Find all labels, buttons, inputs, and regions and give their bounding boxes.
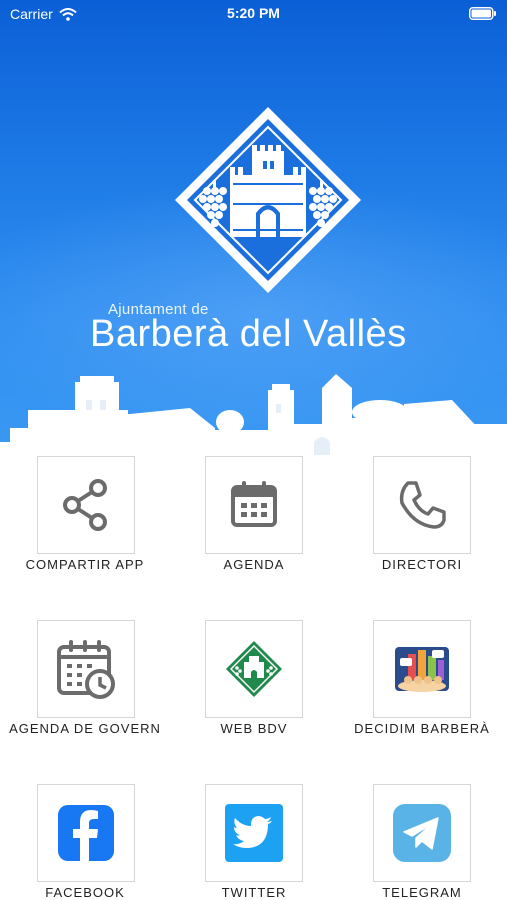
directori-tile[interactable]: [373, 456, 471, 554]
twitter-icon: [225, 804, 283, 862]
calendar-clock-icon: [57, 640, 115, 699]
twitter-tile[interactable]: [205, 784, 303, 882]
directori-label[interactable]: DIRECTORI: [337, 554, 507, 576]
brand-title: Barberà del Vallès: [90, 313, 407, 355]
twitter-label[interactable]: TWITTER: [169, 882, 339, 900]
facebook-icon: [58, 805, 114, 861]
municipal-crest-icon: [175, 107, 361, 293]
facebook-tile[interactable]: [37, 784, 135, 882]
facebook-label[interactable]: FACEBOOK: [0, 882, 170, 900]
calendar-icon: [231, 481, 277, 527]
web-bdv-label[interactable]: WEB BDV: [169, 718, 339, 740]
status-time: 5:20 PM: [227, 5, 280, 21]
web-bdv-tile[interactable]: [205, 620, 303, 718]
decidim-label[interactable]: DECIDIM BARBERÀ: [337, 718, 507, 740]
status-bar: Carrier 5:20 PM: [0, 0, 507, 30]
telegram-label[interactable]: TELEGRAM: [337, 882, 507, 900]
phone-icon: [399, 481, 446, 529]
agenda-govern-tile[interactable]: [37, 620, 135, 718]
crest-green-icon: [226, 641, 282, 697]
decidim-icon: [395, 647, 449, 692]
decidim-tile[interactable]: [373, 620, 471, 718]
share-app-tile[interactable]: [37, 456, 135, 554]
share-icon: [63, 479, 107, 531]
battery-icon: [469, 7, 496, 20]
agenda-govern-label[interactable]: AGENDA DE GOVERN: [0, 718, 170, 740]
share-app-label[interactable]: COMPARTIR APP: [0, 554, 170, 576]
town-skyline-illustration: [0, 374, 507, 455]
menu-grid: COMPARTIR APP AGENDA DIRECTORI AGENDA DE…: [0, 454, 507, 900]
telegram-icon: [393, 804, 451, 862]
telegram-tile[interactable]: [373, 784, 471, 882]
header-banner: Ajuntament de Barberà del Vallès: [0, 0, 507, 455]
agenda-tile[interactable]: [205, 456, 303, 554]
agenda-label[interactable]: AGENDA: [169, 554, 339, 576]
